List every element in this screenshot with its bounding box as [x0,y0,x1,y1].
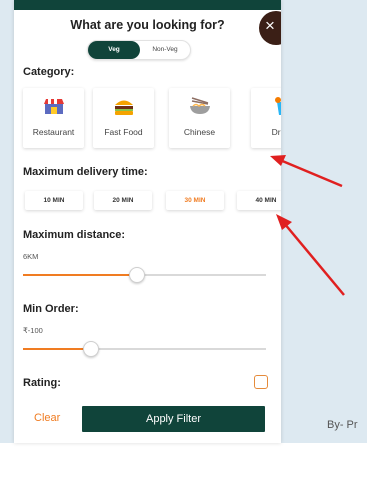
annotation-arrows [270,155,345,296]
annotation-arrow-category [270,155,343,188]
annotation-arrow-delivery-time [276,214,345,296]
